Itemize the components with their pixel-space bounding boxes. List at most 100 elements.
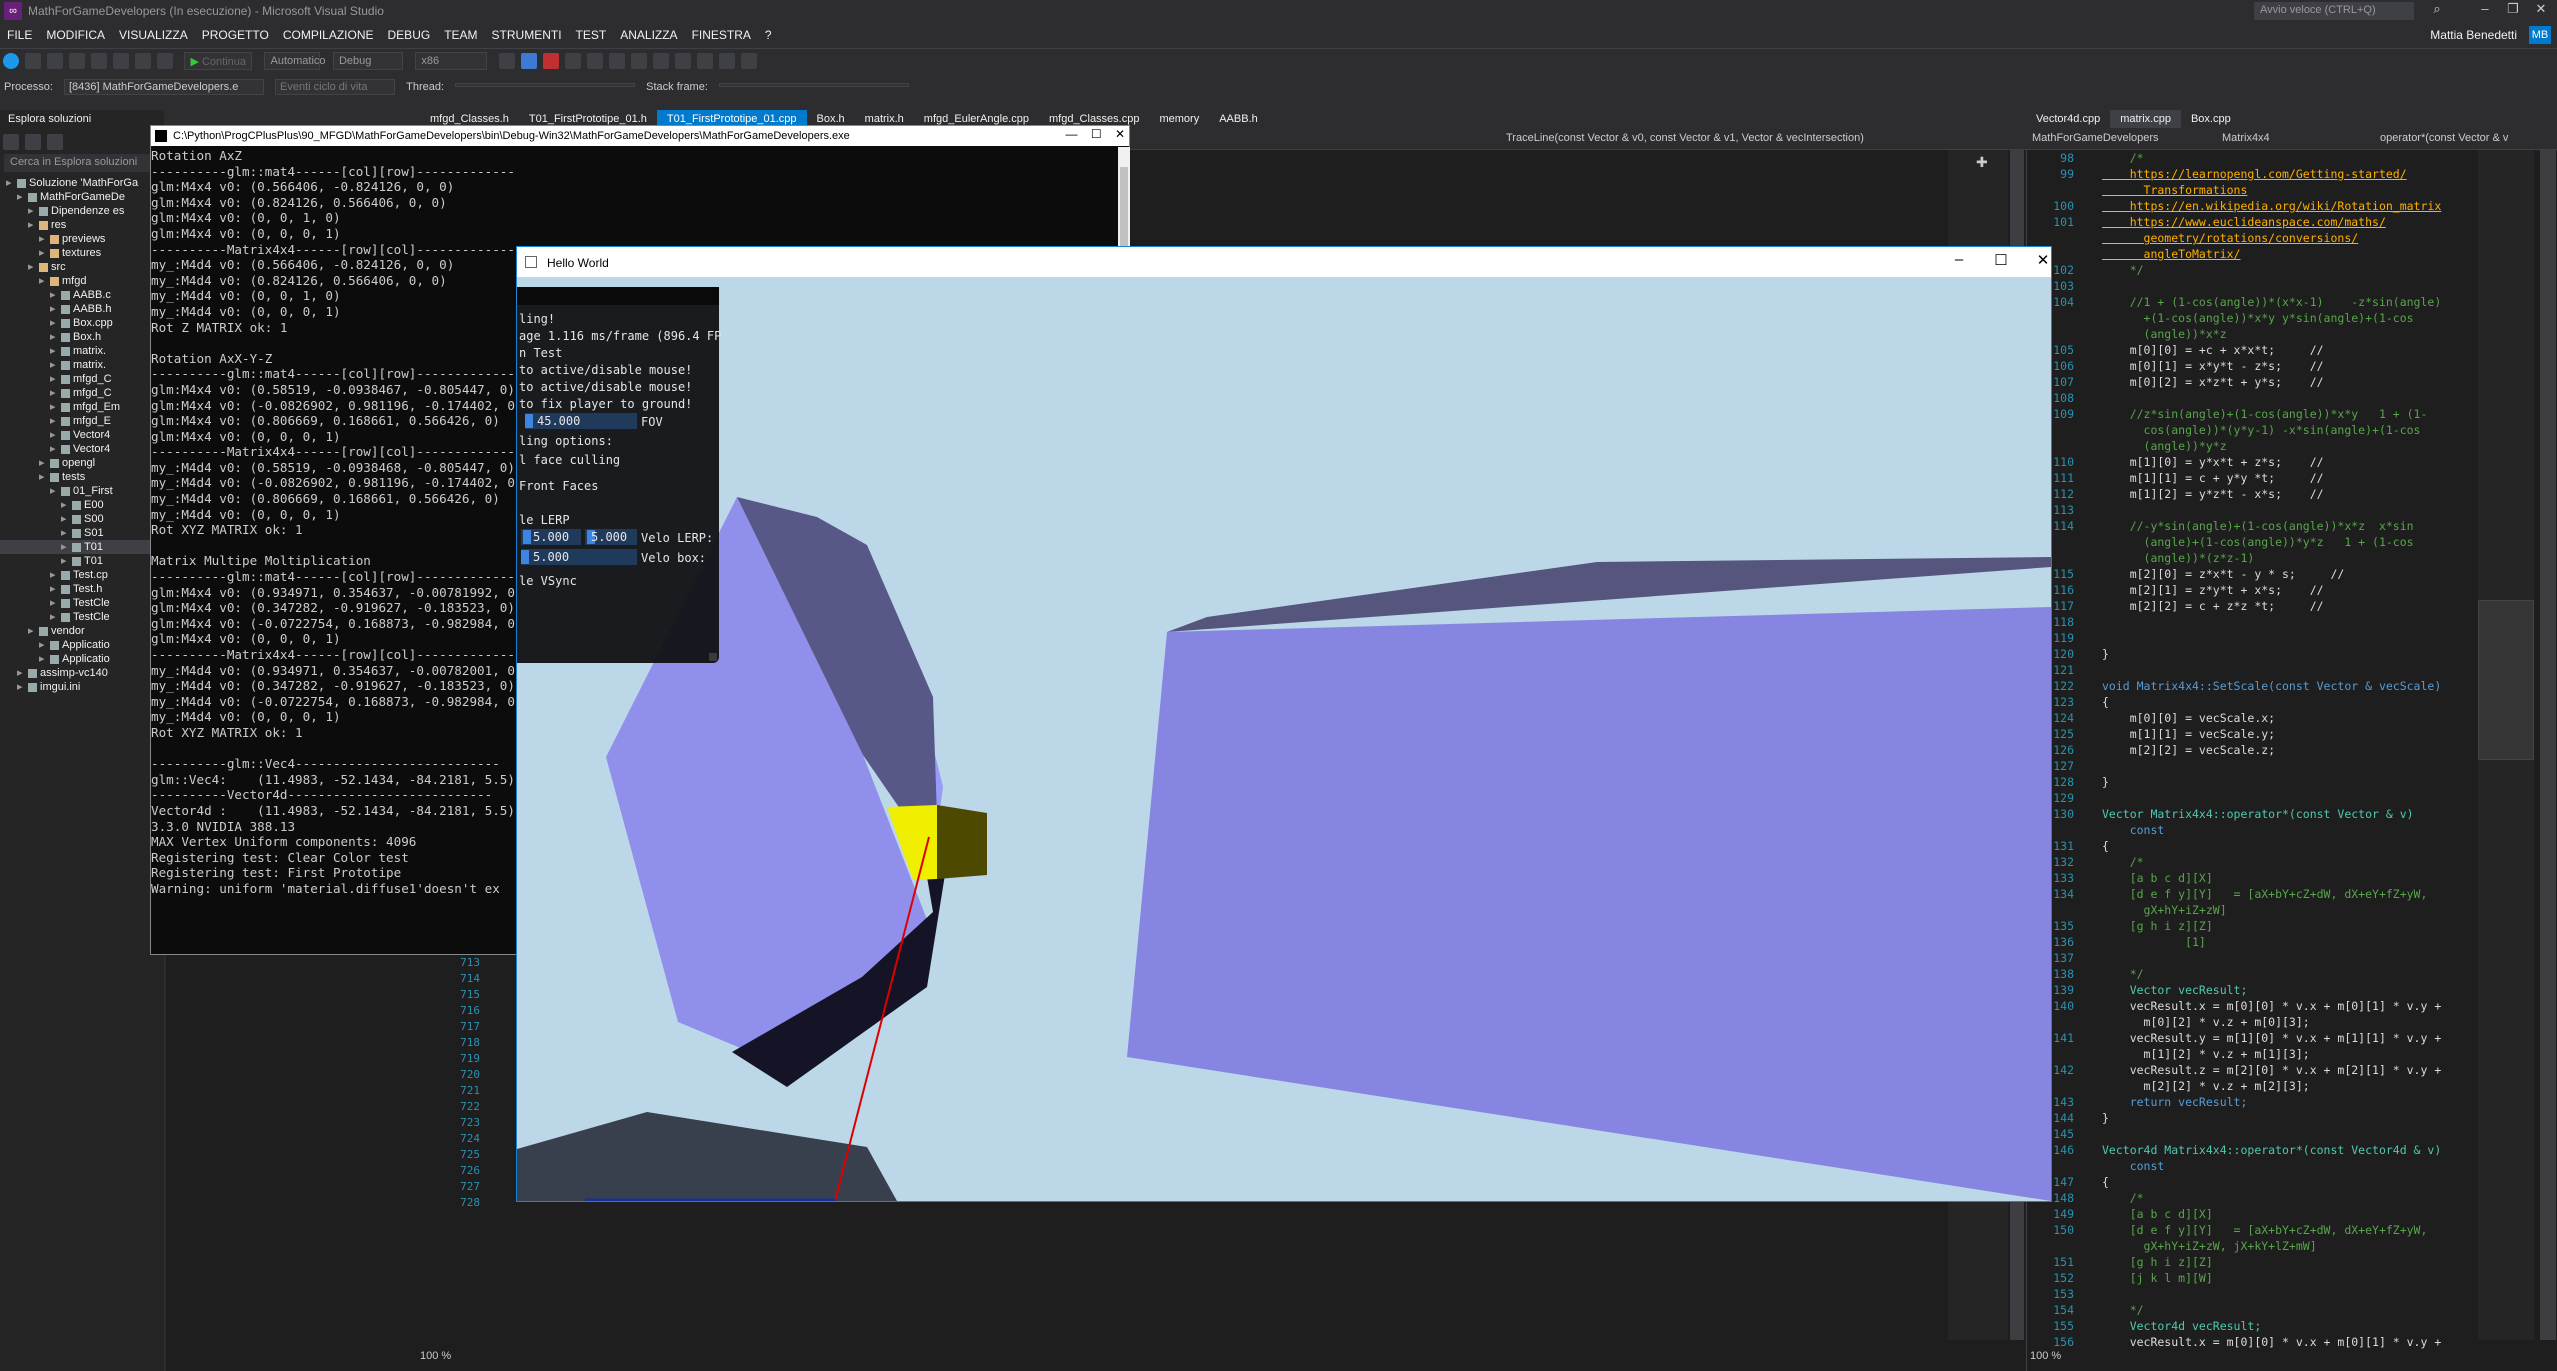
- refresh-icon[interactable]: [47, 134, 63, 150]
- code-line[interactable]: (angle)+(1-cos(angle))*y*z 1 + (1-cos: [2034, 534, 2464, 550]
- code-line[interactable]: 146 Vector4d Matrix4x4::operator*(const V…: [2034, 1142, 2464, 1158]
- code-line[interactable]: 102 */: [2034, 262, 2464, 278]
- menu-test[interactable]: TEST: [569, 24, 614, 46]
- menu-debug[interactable]: DEBUG: [381, 24, 438, 46]
- expand-icon[interactable]: ▸: [50, 302, 58, 316]
- resize-grip-icon[interactable]: [709, 653, 717, 661]
- lerp-slider-b[interactable]: 5.000: [585, 529, 637, 545]
- tree-item[interactable]: ▸ src: [0, 260, 164, 274]
- imgui-enable-lerp[interactable]: le LERP: [519, 513, 570, 527]
- tree-item[interactable]: ▸ mfgd_C: [0, 386, 164, 400]
- main-zoom-level[interactable]: 100 %: [420, 1350, 451, 1362]
- expand-icon[interactable]: ▸: [50, 358, 58, 372]
- code-line[interactable]: 136 [1]: [2034, 934, 2464, 950]
- redo-icon[interactable]: [157, 53, 173, 69]
- home-icon[interactable]: [3, 134, 19, 150]
- tree-item[interactable]: ▸ AABB.h: [0, 302, 164, 316]
- code-line[interactable]: 100 https://en.wikipedia.org/wiki/Rotati…: [2034, 198, 2464, 214]
- expand-icon[interactable]: ▸: [28, 260, 36, 274]
- comment-icon[interactable]: [718, 53, 735, 69]
- code-line[interactable]: 115 m[2][0] = z*x*t - y * s; //: [2034, 566, 2464, 582]
- velo-box-slider[interactable]: 5.000: [521, 549, 637, 565]
- class-dropdown[interactable]: Matrix4x4: [2222, 132, 2270, 144]
- code-line[interactable]: (angle))*y*z: [2034, 438, 2464, 454]
- expand-icon[interactable]: ▸: [39, 246, 47, 260]
- code-line[interactable]: 111 m[1][1] = c + y*y *t; //: [2034, 470, 2464, 486]
- code-line[interactable]: 150 [d e f y][Y] = [aX+bY+cZ+dW, dX+eY+f…: [2034, 1222, 2464, 1238]
- restart-icon[interactable]: [564, 53, 581, 69]
- stack-frame-select[interactable]: [718, 83, 909, 87]
- expand-icon[interactable]: ▸: [61, 498, 69, 512]
- code-line[interactable]: Transformations: [2034, 182, 2464, 198]
- expand-icon[interactable]: ▸: [28, 218, 36, 232]
- quick-launch-input[interactable]: Avvio veloce (CTRL+Q): [2254, 2, 2414, 20]
- code-line[interactable]: 139 Vector vecResult;: [2034, 982, 2464, 998]
- tree-item[interactable]: ▸ T01: [0, 554, 164, 568]
- code-line[interactable]: 124 m[0][0] = vecScale.x;: [2034, 710, 2464, 726]
- imgui-front-faces[interactable]: Front Faces: [519, 479, 598, 493]
- code-line[interactable]: 103: [2034, 278, 2464, 294]
- expand-icon[interactable]: ▸: [50, 582, 58, 596]
- undo-icon[interactable]: [135, 53, 151, 69]
- maximize-button[interactable]: ❐: [2500, 1, 2526, 21]
- code-line[interactable]: 128}: [2034, 774, 2464, 790]
- thread-select[interactable]: [455, 83, 636, 87]
- right-code-view[interactable]: 98 /* 99 https://learnopengl.com/Getting-…: [2034, 150, 2464, 1350]
- forward-icon[interactable]: [25, 53, 41, 69]
- code-line[interactable]: 155 Vector4d vecResult;: [2034, 1318, 2464, 1334]
- menu-analizza[interactable]: ANALIZZA: [613, 24, 684, 46]
- menu-progetto[interactable]: PROGETTO: [195, 24, 276, 46]
- expand-icon[interactable]: ▸: [50, 386, 58, 400]
- velo-box-slider-grab[interactable]: [521, 550, 529, 564]
- code-line[interactable]: m[0][2] * v.z + m[0][3];: [2034, 1014, 2464, 1030]
- tree-item[interactable]: ▸ matrix.: [0, 344, 164, 358]
- expand-icon[interactable]: ▸: [39, 456, 47, 470]
- tree-item[interactable]: ▸ imgui.ini: [0, 680, 164, 694]
- step-out-icon[interactable]: [652, 53, 669, 69]
- code-line[interactable]: 122 void Matrix4x4::SetScale(const Vector…: [2034, 678, 2464, 694]
- lifecycle-events-select[interactable]: Eventi ciclo di vita: [275, 79, 396, 95]
- tree-item[interactable]: ▸ TestCle: [0, 596, 164, 610]
- expand-icon[interactable]: ▸: [50, 442, 58, 456]
- code-line[interactable]: 110 m[1][0] = y*x*t + z*s; //: [2034, 454, 2464, 470]
- code-line[interactable]: 133 [a b c d][X]: [2034, 870, 2464, 886]
- platform-select[interactable]: x86: [415, 52, 488, 70]
- tab-vector4d-cpp[interactable]: Vector4d.cpp: [2026, 110, 2110, 128]
- tree-item[interactable]: ▸ Applicatio: [0, 652, 164, 666]
- code-line[interactable]: geometry/rotations/conversions/: [2034, 230, 2464, 246]
- expand-icon[interactable]: ▸: [61, 540, 69, 554]
- code-line[interactable]: 151 [g h i z][Z]: [2034, 1254, 2464, 1270]
- tree-item[interactable]: ▸ Vector4: [0, 428, 164, 442]
- auto-select[interactable]: Automatico: [264, 52, 326, 70]
- code-line[interactable]: (angle))*x*z: [2034, 326, 2464, 342]
- code-line[interactable]: 144}: [2034, 1110, 2464, 1126]
- menu-finestra[interactable]: FINESTRA: [685, 24, 758, 46]
- menu-compilazione[interactable]: COMPILAZIONE: [276, 24, 381, 46]
- expand-icon[interactable]: ▸: [61, 512, 69, 526]
- expand-icon[interactable]: ▸: [50, 428, 58, 442]
- continue-button[interactable]: ▶ Continua: [184, 52, 253, 70]
- expand-icon[interactable]: ▸: [50, 372, 58, 386]
- tree-item[interactable]: ▸ AABB.c: [0, 288, 164, 302]
- menu-file[interactable]: FILE: [0, 24, 39, 46]
- code-line[interactable]: 123{: [2034, 694, 2464, 710]
- code-line[interactable]: +(1-cos(angle))*x*y y*sin(angle)+(1-cos: [2034, 310, 2464, 326]
- code-line[interactable]: 113: [2034, 502, 2464, 518]
- code-line[interactable]: 130 Vector Matrix4x4::operator*(const Vec…: [2034, 806, 2464, 822]
- sync-icon[interactable]: [25, 134, 41, 150]
- expand-icon[interactable]: ▸: [28, 624, 36, 638]
- member-dropdown[interactable]: operator*(const Vector & v: [2380, 132, 2508, 144]
- tree-item[interactable]: ▸ 01_First: [0, 484, 164, 498]
- process-select[interactable]: [8436] MathForGameDevelopers.e: [63, 79, 264, 95]
- tree-item[interactable]: ▸ mfgd_E: [0, 414, 164, 428]
- code-line[interactable]: cos(angle))*(y*y-1) -x*sin(angle)+(1-cos: [2034, 422, 2464, 438]
- code-line[interactable]: 153: [2034, 1286, 2464, 1302]
- tree-item[interactable]: ▸ T01: [0, 540, 164, 554]
- 3d-viewport[interactable]: ling! age 1.116 ms/frame (896.4 FP n Tes…: [517, 277, 2051, 1201]
- tree-item[interactable]: ▸ assimp-vc140: [0, 666, 164, 680]
- tree-item[interactable]: ▸ opengl: [0, 456, 164, 470]
- code-line[interactable]: 114 //-y*sin(angle)+(1-cos(angle))*x*z x…: [2034, 518, 2464, 534]
- split-icon[interactable]: ✚: [1976, 154, 1988, 171]
- code-line[interactable]: (angle))*(z*z-1): [2034, 550, 2464, 566]
- code-line[interactable]: gX+hY+iZ+zW, jX+kY+lZ+mW]: [2034, 1238, 2464, 1254]
